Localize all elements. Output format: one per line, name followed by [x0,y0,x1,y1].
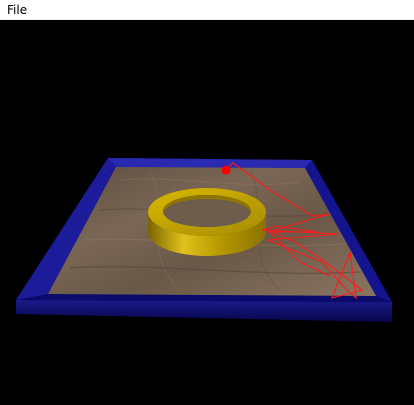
gold-ring [148,188,266,256]
3d-viewport[interactable] [0,20,414,405]
menu-file[interactable]: File [7,2,27,18]
red-ball [221,165,231,175]
scene-canvas[interactable] [0,20,414,405]
app-window: File [0,0,414,405]
menu-bar: File [0,0,414,20]
